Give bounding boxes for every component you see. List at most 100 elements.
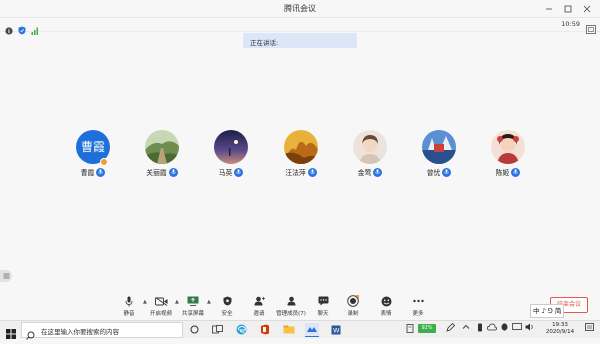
tray-cloud-icon[interactable] xyxy=(487,323,497,333)
video-button[interactable]: 开启视频 xyxy=(146,295,176,317)
mic-icon xyxy=(125,296,133,306)
tray-pen-icon[interactable] xyxy=(446,322,456,334)
video-icon xyxy=(154,296,167,306)
participant-name: 曾忧 xyxy=(426,169,441,177)
close-button[interactable] xyxy=(577,1,596,16)
office-icon[interactable] xyxy=(258,323,272,336)
mic-icon xyxy=(511,167,521,177)
security-button[interactable]: 安全 xyxy=(212,295,242,317)
security-shield-icon[interactable] xyxy=(18,20,26,39)
mic-icon xyxy=(307,167,317,177)
tray-chevron-icon[interactable] xyxy=(462,323,470,333)
more-icon xyxy=(412,299,424,303)
participant-name: 金莺 xyxy=(357,169,372,177)
minimize-button[interactable] xyxy=(539,1,558,16)
mic-icon xyxy=(442,167,452,177)
participant-tile[interactable]: 金莺 xyxy=(345,130,395,177)
mute-label: 静音 xyxy=(123,311,135,317)
window-title: 腾讯会议 xyxy=(284,4,316,13)
emoji-icon xyxy=(381,296,391,306)
taskbar-search-box[interactable]: 在这里输入你要搜索的内容 xyxy=(21,322,183,340)
members-icon xyxy=(287,296,295,306)
edge-browser-icon[interactable] xyxy=(234,323,248,336)
share-options-caret[interactable]: ▲ xyxy=(207,299,211,305)
meeting-clock: 10:59 xyxy=(561,20,580,28)
participant-tile[interactable]: 马英 xyxy=(206,130,256,177)
record-button[interactable]: 录制 xyxy=(338,295,368,317)
title-bar: 腾讯会议 xyxy=(0,0,600,18)
participant-tile[interactable]: 汪法萍 xyxy=(276,130,326,177)
participant-name: 关丽霞 xyxy=(146,169,167,177)
maximize-button[interactable] xyxy=(558,1,577,16)
maximize-icon xyxy=(564,5,571,12)
record-icon xyxy=(347,295,359,307)
emoji-button[interactable]: 表情 xyxy=(371,295,401,317)
task-view-icon[interactable] xyxy=(210,323,224,336)
cortana-icon[interactable] xyxy=(187,323,201,336)
search-icon xyxy=(26,325,35,344)
mute-button[interactable]: 静音 xyxy=(114,295,144,317)
ime-toolbar[interactable]: 中 ♪ ⅁ 简 xyxy=(530,304,565,318)
start-button[interactable] xyxy=(6,324,16,343)
more-label: 更多 xyxy=(412,311,424,317)
chat-panel-toggle[interactable] xyxy=(0,270,12,282)
fullscreen-toggle[interactable] xyxy=(586,19,596,38)
notification-center-icon[interactable] xyxy=(585,323,594,334)
file-explorer-icon[interactable] xyxy=(282,323,296,336)
avatar xyxy=(214,130,248,164)
more-button[interactable]: 更多 xyxy=(403,295,433,317)
share-screen-label: 共享屏幕 xyxy=(181,311,204,317)
participant-name: 陈姬 xyxy=(495,169,510,177)
meeting-toolbar: 静音 ▲ 开启视频 ▲ 共享屏幕 ▲ 安全 邀请 管理成员(7) 聊天 录制 表… xyxy=(0,292,600,320)
invite-icon xyxy=(254,296,265,306)
participant-name: 马英 xyxy=(218,169,233,177)
meeting-info-bar: 10:59 xyxy=(0,18,600,35)
participant-tile[interactable]: 关丽霞 xyxy=(137,130,187,177)
network-signal-icon[interactable] xyxy=(31,20,39,39)
mic-icon xyxy=(96,167,106,177)
host-badge xyxy=(100,158,108,166)
participant-tile[interactable]: 陈姬 xyxy=(483,130,533,177)
avatar xyxy=(422,130,456,164)
window-controls xyxy=(539,1,596,16)
list-icon xyxy=(3,273,9,279)
video-label: 开启视频 xyxy=(149,311,172,317)
security-label: 安全 xyxy=(221,311,233,317)
search-placeholder: 在这里输入你要搜索的内容 xyxy=(41,328,119,336)
clock-date: 2020/9/14 xyxy=(545,329,575,335)
share-screen-icon xyxy=(187,296,199,306)
chat-icon xyxy=(318,296,328,306)
invite-label: 邀请 xyxy=(253,311,265,317)
battery-indicator[interactable]: 92% xyxy=(418,324,436,333)
avatar xyxy=(353,130,387,164)
tencent-meeting-app-icon[interactable] xyxy=(305,323,319,337)
record-label: 录制 xyxy=(347,311,359,317)
system-clock[interactable]: 19:33 2020/9/14 xyxy=(538,322,582,336)
participant-name: 曹霞 xyxy=(80,169,95,177)
chat-button[interactable]: 聊天 xyxy=(308,295,338,317)
participant-tile[interactable]: 曹霞 曹霞 xyxy=(68,130,118,177)
avatar xyxy=(284,130,318,164)
speaking-label: 正在讲话: xyxy=(250,39,279,47)
mic-icon xyxy=(168,167,178,177)
windows-logo-icon xyxy=(6,329,16,339)
avatar xyxy=(145,130,179,164)
tray-app-icon[interactable] xyxy=(476,323,484,334)
shield-icon xyxy=(223,296,231,306)
invite-button[interactable]: 邀请 xyxy=(244,295,274,317)
fullscreen-icon xyxy=(586,25,596,34)
manage-members-label: 管理成员(7) xyxy=(276,311,306,317)
tray-book-icon[interactable] xyxy=(406,324,415,335)
participant-tile[interactable]: 曾忧 xyxy=(414,130,464,177)
word-app-icon[interactable]: W xyxy=(329,323,343,336)
participant-name: 汪法萍 xyxy=(285,169,306,177)
speaking-indicator: 正在讲话: xyxy=(243,33,357,48)
tray-qq-icon[interactable] xyxy=(500,323,509,334)
share-screen-button[interactable]: 共享屏幕 xyxy=(178,295,208,317)
volume-icon[interactable] xyxy=(525,323,534,333)
info-icon[interactable] xyxy=(5,20,13,39)
manage-members-button[interactable]: 管理成员(7) xyxy=(276,295,306,317)
tray-display-icon[interactable] xyxy=(512,323,522,333)
close-icon xyxy=(583,5,590,12)
chat-label: 聊天 xyxy=(317,311,329,317)
